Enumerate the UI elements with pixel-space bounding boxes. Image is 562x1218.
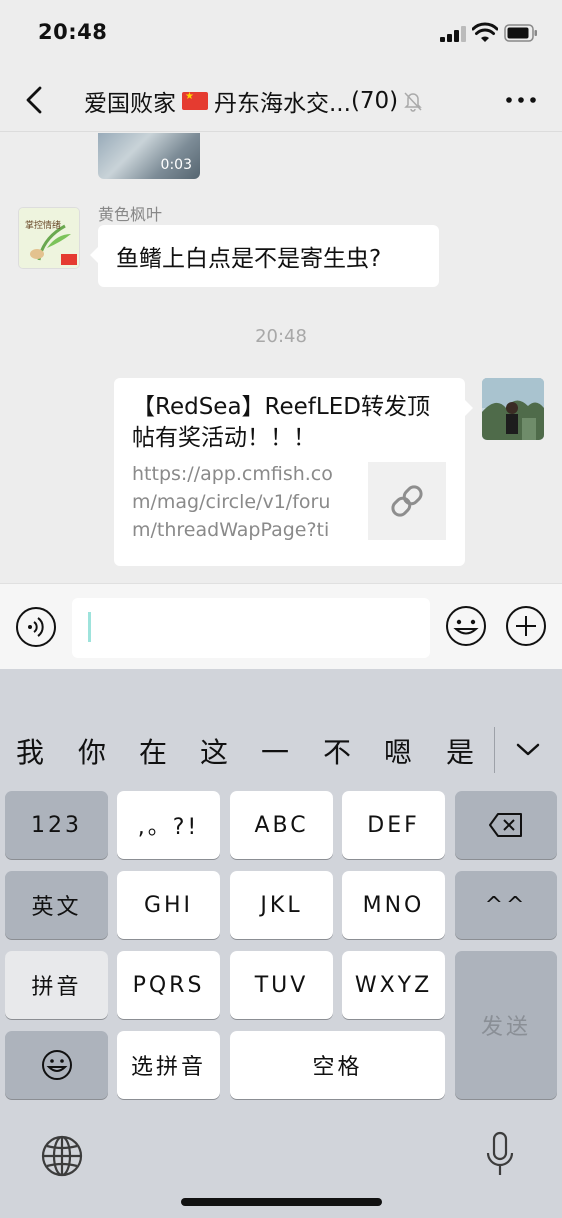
key-ghi[interactable]: GHI [117,871,220,939]
avatar[interactable]: 掌控情绪 [18,207,80,269]
chat-title-name: 爱国败家 [84,91,176,117]
wifi-icon [472,22,498,42]
mute-icon [404,92,422,112]
link-card-url: https://app.cmfish.com/mag/circle/v1/for… [132,463,333,548]
candidate-item[interactable]: 在 [139,731,167,771]
key-space[interactable]: 空格 [230,1031,445,1099]
china-flag-icon [182,92,208,110]
member-count: (70) [350,88,399,114]
signal-icon [440,26,466,42]
candidate-item[interactable]: 一 [261,731,289,771]
input-bar [0,583,562,669]
chat-title: 爱国败家 丹东海水交... (70) [84,84,424,118]
emoji-icon[interactable] [444,604,488,648]
key-emoji[interactable] [5,1031,108,1099]
message-list[interactable]: 0:03 掌控情绪 黄色枫叶 鱼鳍上白点是不是寄生虫? 20:48 【RedSe… [0,133,562,583]
chat-header: 爱国败家 丹东海水交... (70) [0,68,562,132]
key-pinyin[interactable]: 拼音 [5,951,108,1019]
time-divider: 20:48 [255,326,307,347]
collapse-chevron-icon[interactable] [510,739,546,763]
video-message[interactable]: 0:03 [98,133,200,179]
candidate-item[interactable]: 这 [200,731,228,771]
link-card-message[interactable]: 【RedSea】ReefLED转发顶帖有奖活动！！！ https://app.c… [114,378,473,566]
more-icon[interactable] [504,86,538,114]
key-jkl[interactable]: JKL [230,871,333,939]
plus-icon[interactable] [504,604,548,648]
keyboard: 我 你 在 这 一 不 嗯 是 123 ,。?! ABC DEF 英文 GHI … [0,669,562,1218]
key-tuv[interactable]: TUV [230,951,333,1019]
key-backspace[interactable] [455,791,557,859]
link-icon [391,485,423,517]
key-def[interactable]: DEF [342,791,445,859]
chat-title-suffix: 丹东海水交... [214,91,351,117]
home-indicator[interactable] [181,1198,382,1206]
key-wxyz[interactable]: WXYZ [342,951,445,1019]
video-duration: 0:03 [160,157,192,173]
link-card-title: 【RedSea】ReefLED转发顶帖有奖活动！！！ [132,394,430,451]
status-bar: 20:48 [0,0,562,68]
backspace-icon [489,813,522,837]
smiley-icon [41,1050,72,1080]
key-select-pinyin[interactable]: 选拼音 [117,1031,220,1099]
battery-icon [504,24,537,42]
candidate-bar: 我 你 在 这 一 不 嗯 是 [0,715,562,785]
candidate-divider [494,727,495,773]
candidate-item[interactable]: 你 [78,731,106,771]
svg-text:掌控情绪: 掌控情绪 [25,219,61,231]
back-icon[interactable] [18,82,54,118]
sender-name: 黄色枫叶 [98,205,163,224]
candidate-item[interactable]: 不 [323,731,351,771]
candidate-item[interactable]: 我 [16,731,44,771]
globe-icon[interactable] [40,1134,84,1178]
key-english[interactable]: 英文 [5,871,108,939]
candidate-item[interactable]: 是 [446,731,474,771]
key-emoticon[interactable]: ^^ [455,871,557,939]
key-abc[interactable]: ABC [230,791,333,859]
key-pqrs[interactable]: PQRS [117,951,220,1019]
message-input[interactable] [72,598,430,658]
my-avatar[interactable] [482,378,544,440]
key-punctuation[interactable]: ,。?! [117,791,220,859]
status-time: 20:48 [38,20,108,44]
text-message-bubble[interactable]: 鱼鳍上白点是不是寄生虫? [90,225,439,287]
text-caret [88,612,91,642]
key-123[interactable]: 123 [5,791,108,859]
voice-icon[interactable] [15,606,57,648]
send-button[interactable]: 发送 [455,951,557,1099]
link-thumbnail [368,462,446,540]
mic-icon[interactable] [484,1131,516,1179]
candidate-item[interactable]: 嗯 [384,731,412,771]
key-mno[interactable]: MNO [342,871,445,939]
